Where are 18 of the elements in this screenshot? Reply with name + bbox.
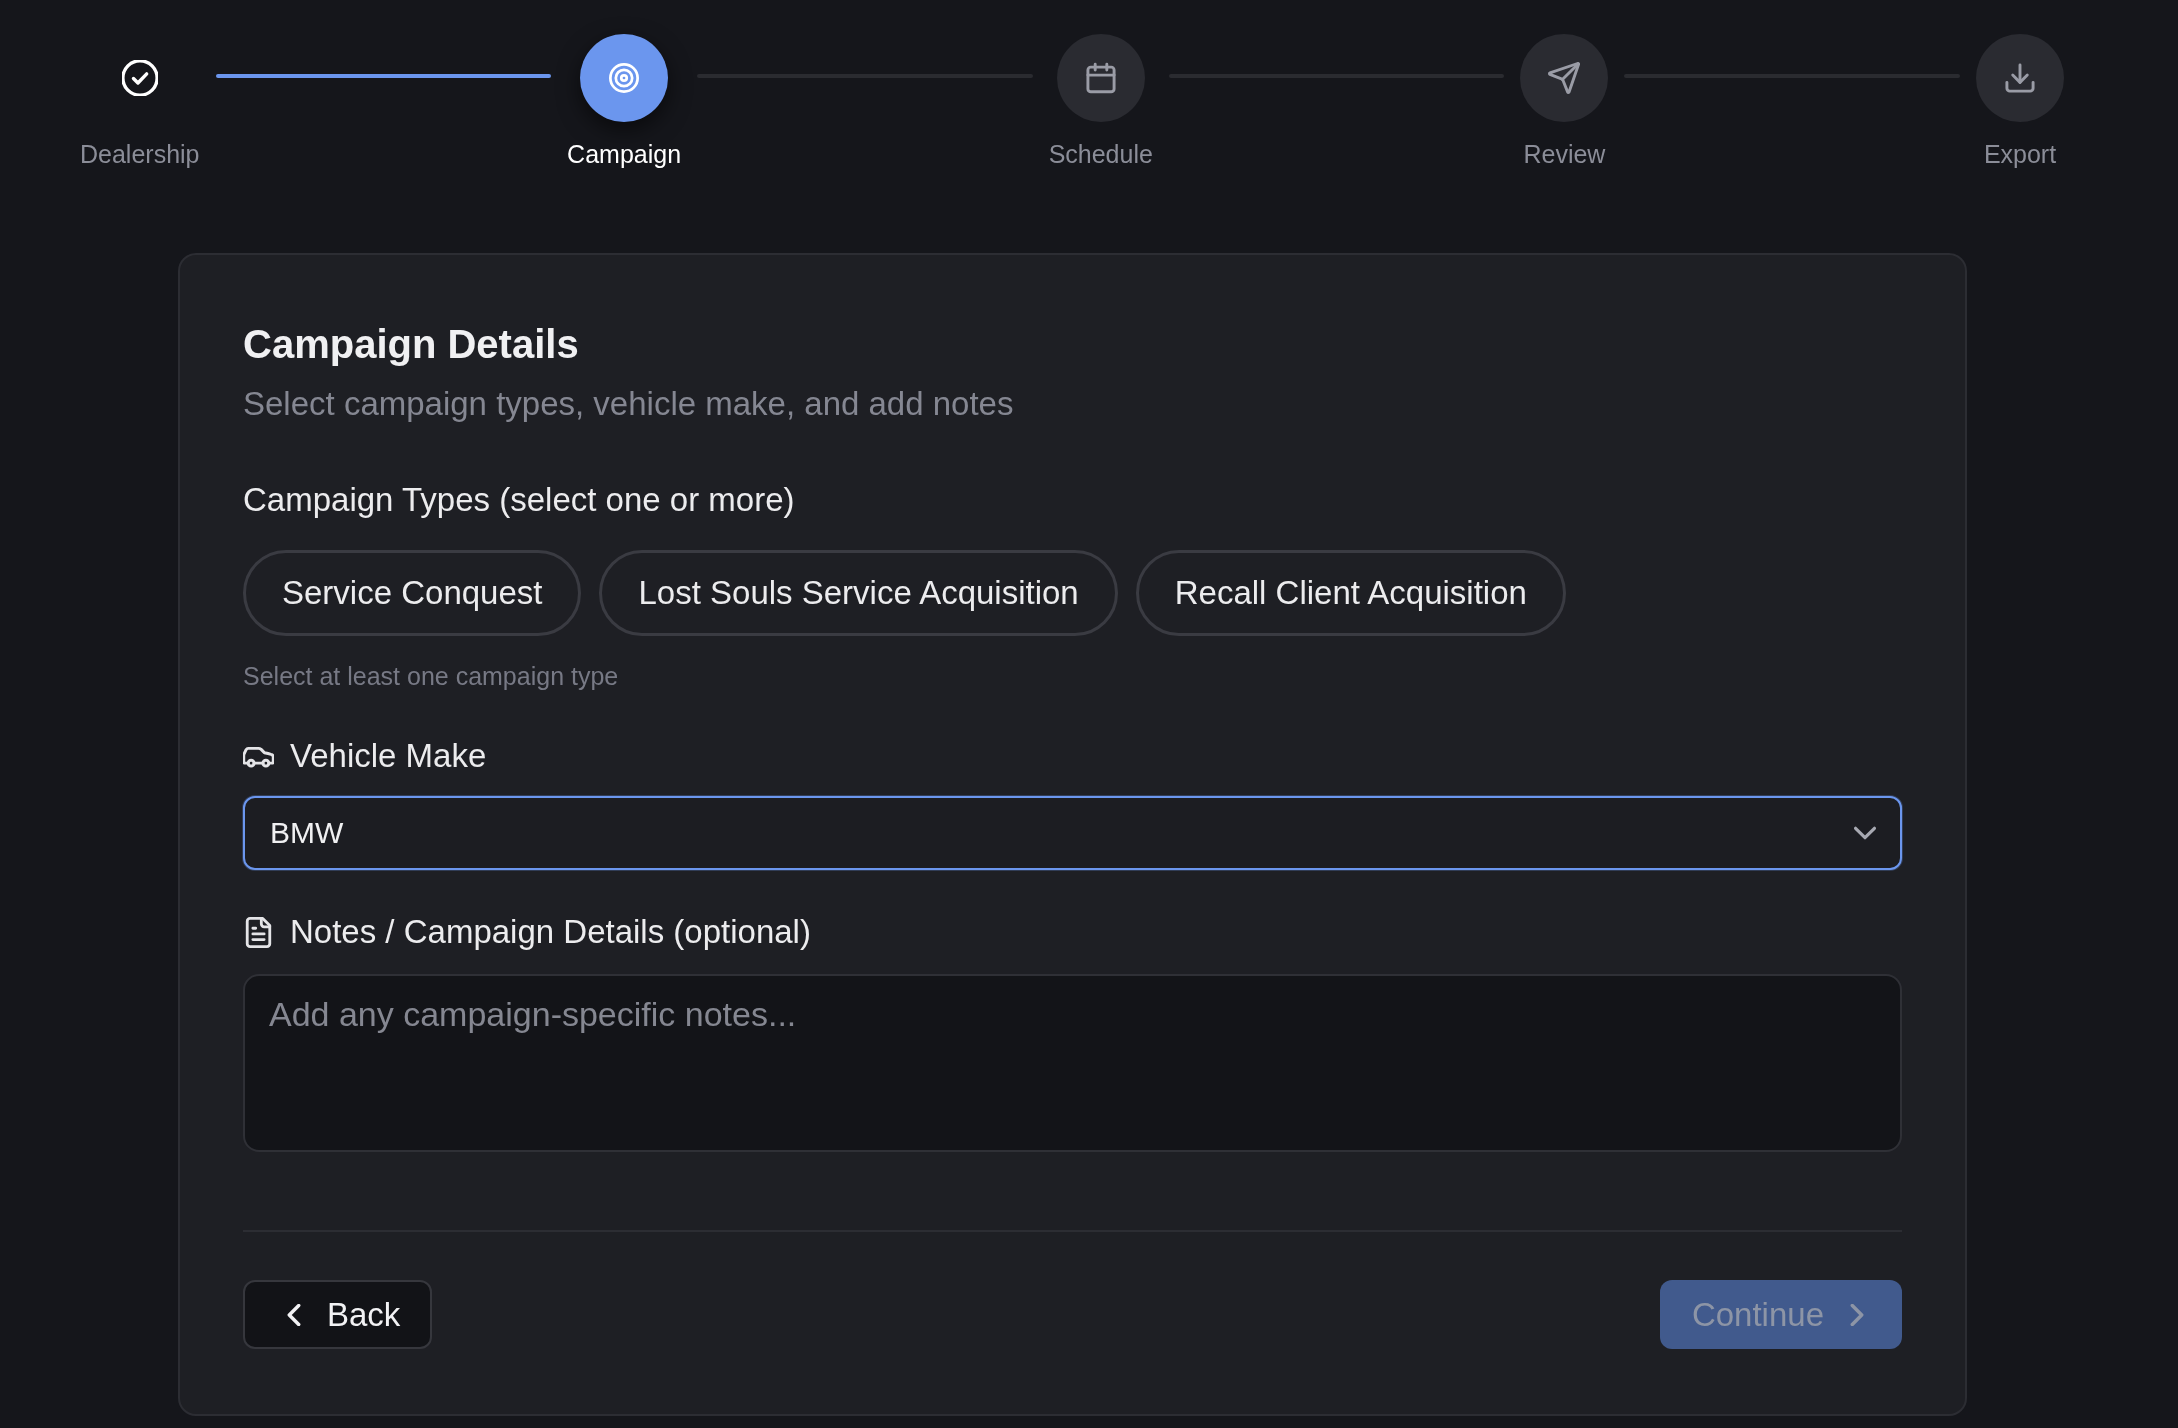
card-title: Campaign Details (243, 322, 580, 366)
hint-text: Select at least one campaign type (243, 661, 620, 691)
step-label: Campaign (567, 139, 682, 169)
step-label: Schedule (1048, 139, 1153, 169)
step-label: Export (1983, 139, 2057, 169)
back-button[interactable]: Back (243, 1280, 433, 1349)
field-label: Vehicle Make (290, 736, 487, 776)
card-subtitle: Select campaign types, vehicle make, and add notes (243, 384, 1015, 424)
section-label: Campaign Types (select one or more) (243, 480, 796, 520)
step-label: Review (1523, 139, 1606, 169)
field-label: Notes / Campaign Details (optional) (290, 912, 811, 952)
step-label: Dealership (80, 139, 200, 169)
vehicle-make-select[interactable]: BMW (243, 796, 1902, 870)
campaign-type-chip[interactable]: Service Conquest (243, 550, 582, 636)
campaign-type-chip[interactable]: Recall Client Acquisition (1135, 550, 1566, 636)
campaign-type-chip[interactable]: Lost Souls Service Acquisition (599, 550, 1118, 636)
notes-field[interactable]: Add any campaign-specific notes... (243, 974, 1902, 1152)
document-icon (243, 916, 274, 948)
